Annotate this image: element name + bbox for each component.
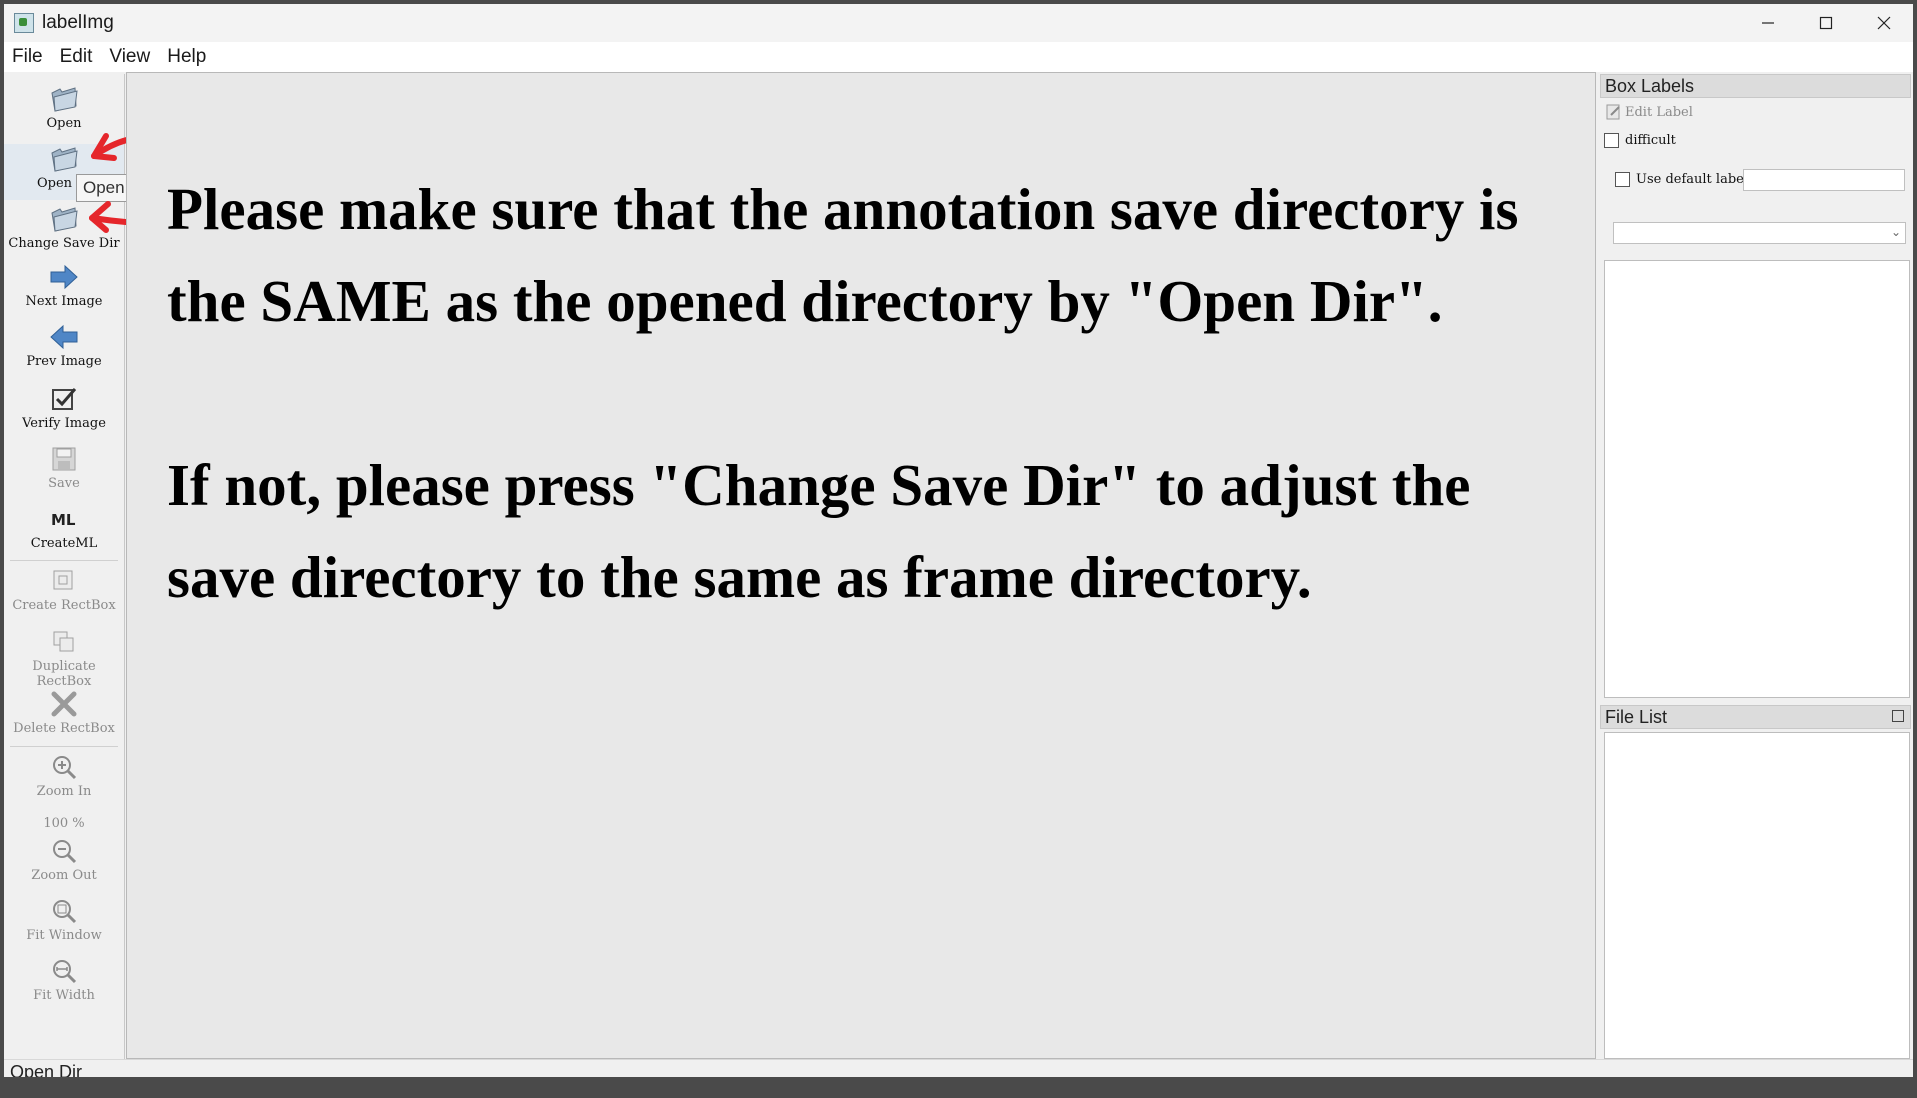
menu-view[interactable]: View	[101, 46, 159, 68]
app-icon	[14, 13, 34, 33]
ml-format-icon: ML	[48, 504, 80, 534]
minimize-icon	[1762, 22, 1774, 24]
zoom-out-icon	[48, 836, 80, 866]
create-rectbox-label: Create RectBox	[12, 598, 116, 613]
menu-help[interactable]: Help	[159, 46, 215, 68]
status-text: Open Dir	[10, 1062, 83, 1077]
open-button[interactable]: Open	[4, 84, 124, 131]
format-label: CreateML	[30, 536, 98, 551]
zoom-out-label: Zoom Out	[31, 868, 97, 883]
fit-width-button[interactable]: Fit Width	[4, 956, 124, 1003]
message-paragraph-1: Please make sure that the annotation sav…	[167, 176, 1519, 334]
prev-image-label: Prev Image	[26, 354, 102, 369]
toolbar-divider	[10, 746, 118, 747]
fit-window-label: Fit Window	[26, 928, 102, 943]
label-filter-combo[interactable]: ⌄	[1613, 222, 1906, 244]
prev-image-button[interactable]: Prev Image	[4, 322, 124, 369]
edit-pencil-icon	[1606, 104, 1620, 120]
create-rect-icon	[48, 566, 80, 596]
checkbox-checked-icon	[48, 384, 80, 414]
menu-bar: File Edit View Help	[4, 42, 1913, 72]
difficult-checkbox-box[interactable]	[1604, 133, 1619, 148]
floppy-disk-icon	[48, 444, 80, 474]
use-default-label-checkbox[interactable]: Use default label	[1615, 172, 1748, 187]
menu-file[interactable]: File	[4, 46, 52, 68]
use-default-label-box[interactable]	[1615, 172, 1630, 187]
message-paragraph-2: If not, please press "Change Save Dir" t…	[167, 452, 1471, 610]
title-bar: labelImg	[4, 4, 1913, 42]
delete-x-icon	[48, 689, 80, 719]
next-image-label: Next Image	[25, 294, 103, 309]
file-list-title: File List	[1600, 705, 1911, 729]
delete-rectbox-button[interactable]: Delete RectBox	[4, 689, 124, 736]
menu-edit[interactable]: Edit	[52, 46, 102, 68]
window-controls	[1739, 4, 1913, 42]
zoom-level-spinbox[interactable]: 100 %	[4, 816, 124, 831]
maximize-icon	[1819, 16, 1833, 30]
change-save-dir-label: Change Save Dir	[8, 236, 120, 251]
folder-icon	[48, 144, 80, 174]
fit-window-button[interactable]: Fit Window	[4, 896, 124, 943]
box-labels-title: Box Labels	[1600, 74, 1911, 98]
verify-image-label: Verify Image	[22, 416, 106, 431]
default-label-input[interactable]	[1743, 169, 1905, 191]
difficult-checkbox[interactable]: difficult	[1604, 133, 1676, 148]
fit-width-icon	[48, 956, 80, 986]
image-canvas[interactable]: Please make sure that the annotation sav…	[126, 72, 1596, 1059]
chevron-down-icon: ⌄	[1890, 225, 1901, 239]
save-label: Save	[48, 476, 80, 491]
file-list[interactable]	[1604, 732, 1910, 1059]
status-bar: Open Dir	[4, 1059, 1913, 1077]
svg-text:ML: ML	[51, 511, 76, 529]
right-dock: Box Labels Edit Label difficult Use defa…	[1598, 72, 1913, 1059]
fit-window-icon	[48, 896, 80, 926]
duplicate-icon	[48, 627, 80, 657]
arrow-left-icon	[48, 322, 80, 352]
folder-save-icon	[48, 204, 80, 234]
zoom-in-icon	[48, 752, 80, 782]
zoom-in-button[interactable]: Zoom In	[4, 752, 124, 799]
delete-rectbox-label: Delete RectBox	[13, 721, 115, 736]
format-button[interactable]: ML CreateML	[4, 504, 124, 551]
close-button[interactable]	[1855, 4, 1913, 42]
duplicate-rectbox-label: Duplicate RectBox	[32, 659, 96, 689]
use-default-label-text: Use default label	[1636, 172, 1748, 187]
duplicate-rectbox-button[interactable]: Duplicate RectBox	[4, 627, 124, 689]
minimize-button[interactable]	[1739, 4, 1797, 42]
window-title: labelImg	[42, 12, 114, 33]
label-list[interactable]	[1604, 260, 1910, 698]
save-button[interactable]: Save	[4, 444, 124, 491]
arrow-right-icon	[48, 262, 80, 292]
toolbar-divider	[10, 560, 118, 561]
canvas-message: Please make sure that the annotation sav…	[167, 163, 1587, 623]
maximize-button[interactable]	[1797, 4, 1855, 42]
close-icon	[1877, 16, 1891, 30]
app-window: labelImg File Edit View Help Open Open C…	[4, 4, 1913, 1077]
zoom-out-button[interactable]: Zoom Out	[4, 836, 124, 883]
edit-label-text: Edit Label	[1625, 104, 1693, 120]
next-image-button[interactable]: Next Image	[4, 262, 124, 309]
fit-width-label: Fit Width	[33, 988, 95, 1003]
create-rectbox-button[interactable]: Create RectBox	[4, 566, 124, 613]
float-dock-icon[interactable]	[1892, 710, 1904, 722]
folder-open-icon	[48, 84, 80, 114]
edit-label-button[interactable]: Edit Label	[1606, 100, 1693, 124]
verify-image-button[interactable]: Verify Image	[4, 384, 124, 431]
zoom-in-label: Zoom In	[36, 784, 92, 799]
difficult-label: difficult	[1625, 133, 1676, 148]
file-list-title-text: File List	[1605, 707, 1668, 727]
